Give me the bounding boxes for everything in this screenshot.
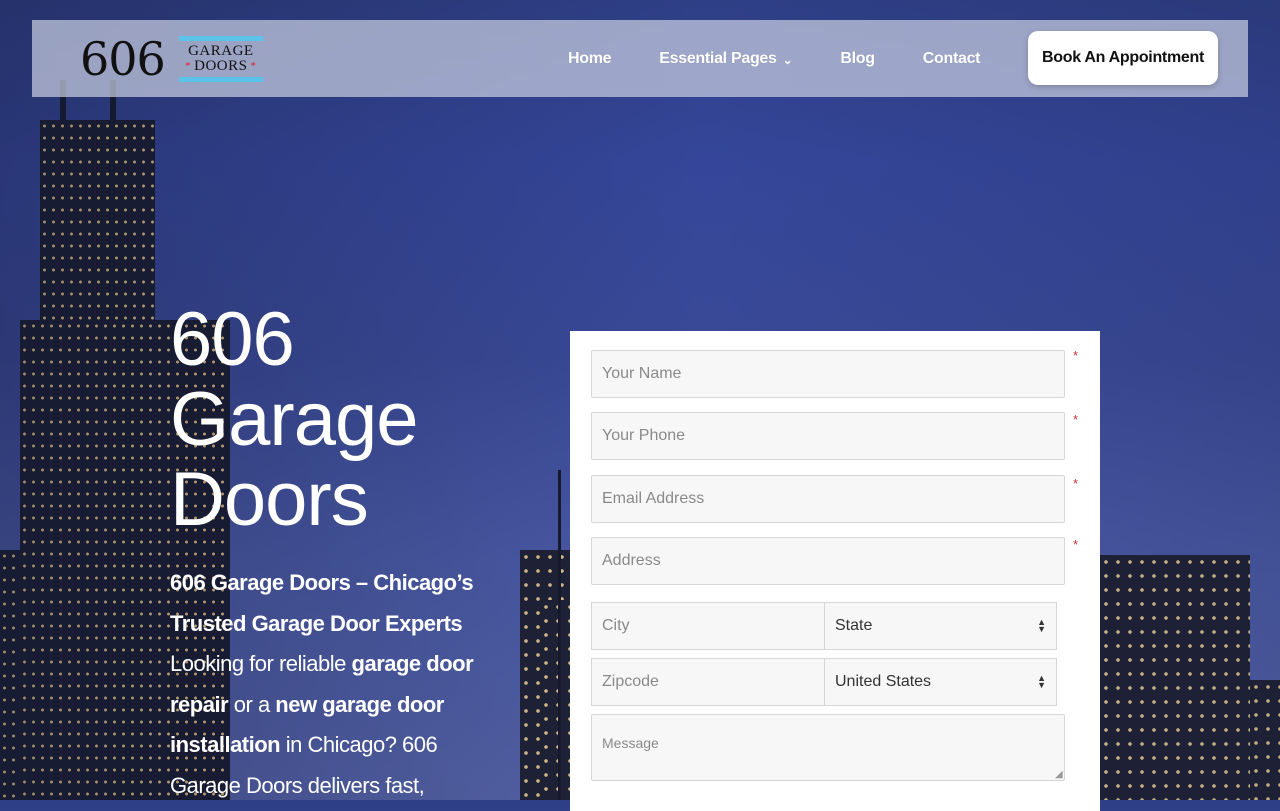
hero-intro: 606 Garage Doors – Chicago’s Trusted Gar… [170,570,474,636]
logo-star-icon: * [250,60,257,72]
required-mark: * [1073,412,1079,427]
country-select[interactable]: United States ▲ ▼ [824,658,1057,706]
resize-grip-icon[interactable]: ◢ [1055,769,1063,780]
hero-paragraph: Looking for reliable garage door repair … [170,644,510,806]
logo-star-icon: * [185,60,192,72]
hero-title: 606 Garage Doors [170,300,530,540]
required-mark: * [1073,537,1079,552]
nav-contact[interactable]: Contact [923,50,981,68]
logo-line2-row: * DOORS * [185,59,256,74]
hero-title-line: 606 [170,297,295,382]
state-select[interactable]: State ▲ ▼ [824,602,1057,650]
site-header: 606 GARAGE * DOORS * Home Essential Page… [32,20,1248,97]
nav-essential-pages[interactable]: Essential Pages ⌄ [659,50,792,68]
hero-title-line: Doors [170,457,369,542]
logo[interactable]: 606 GARAGE * DOORS * [80,32,263,86]
hero-title-line: Garage [170,377,419,462]
select-arrows-icon: ▲ ▼ [1037,673,1046,690]
select-arrows-icon: ▲ ▼ [1037,617,1046,634]
country-select-value: United States [835,673,932,690]
required-mark: * [1073,348,1079,363]
zipcode-input[interactable] [591,658,825,706]
nav-essential-pages-label: Essential Pages [659,49,777,67]
address-input[interactable] [591,537,1065,585]
para-text: Looking for reliable [170,651,352,676]
required-mark: * [1073,476,1079,491]
phone-input[interactable] [591,412,1065,460]
nav-blog[interactable]: Blog [840,50,875,68]
book-appointment-button[interactable]: Book An Appointment [1028,31,1218,85]
name-input[interactable] [591,350,1065,398]
chevron-down-icon: ⌄ [782,52,793,67]
city-input[interactable] [591,602,825,650]
message-textarea[interactable] [591,714,1065,781]
contact-form: * * * * State ▲▼ United States ▲▼ ◢ [570,331,1100,811]
hero-description: 606 Garage Doors – Chicago’s Trusted Gar… [170,563,510,806]
state-select-value: State [835,617,873,634]
logo-badge: GARAGE * DOORS * [178,36,263,82]
logo-line2: DOORS [194,58,248,74]
para-text: or a [228,691,276,717]
logo-number: 606 [80,32,166,86]
email-input[interactable] [591,475,1065,523]
nav-home[interactable]: Home [568,50,612,68]
logo-line1: GARAGE [188,43,254,59]
main-nav: Home Essential Pages ⌄ Blog Contact [568,20,1028,97]
